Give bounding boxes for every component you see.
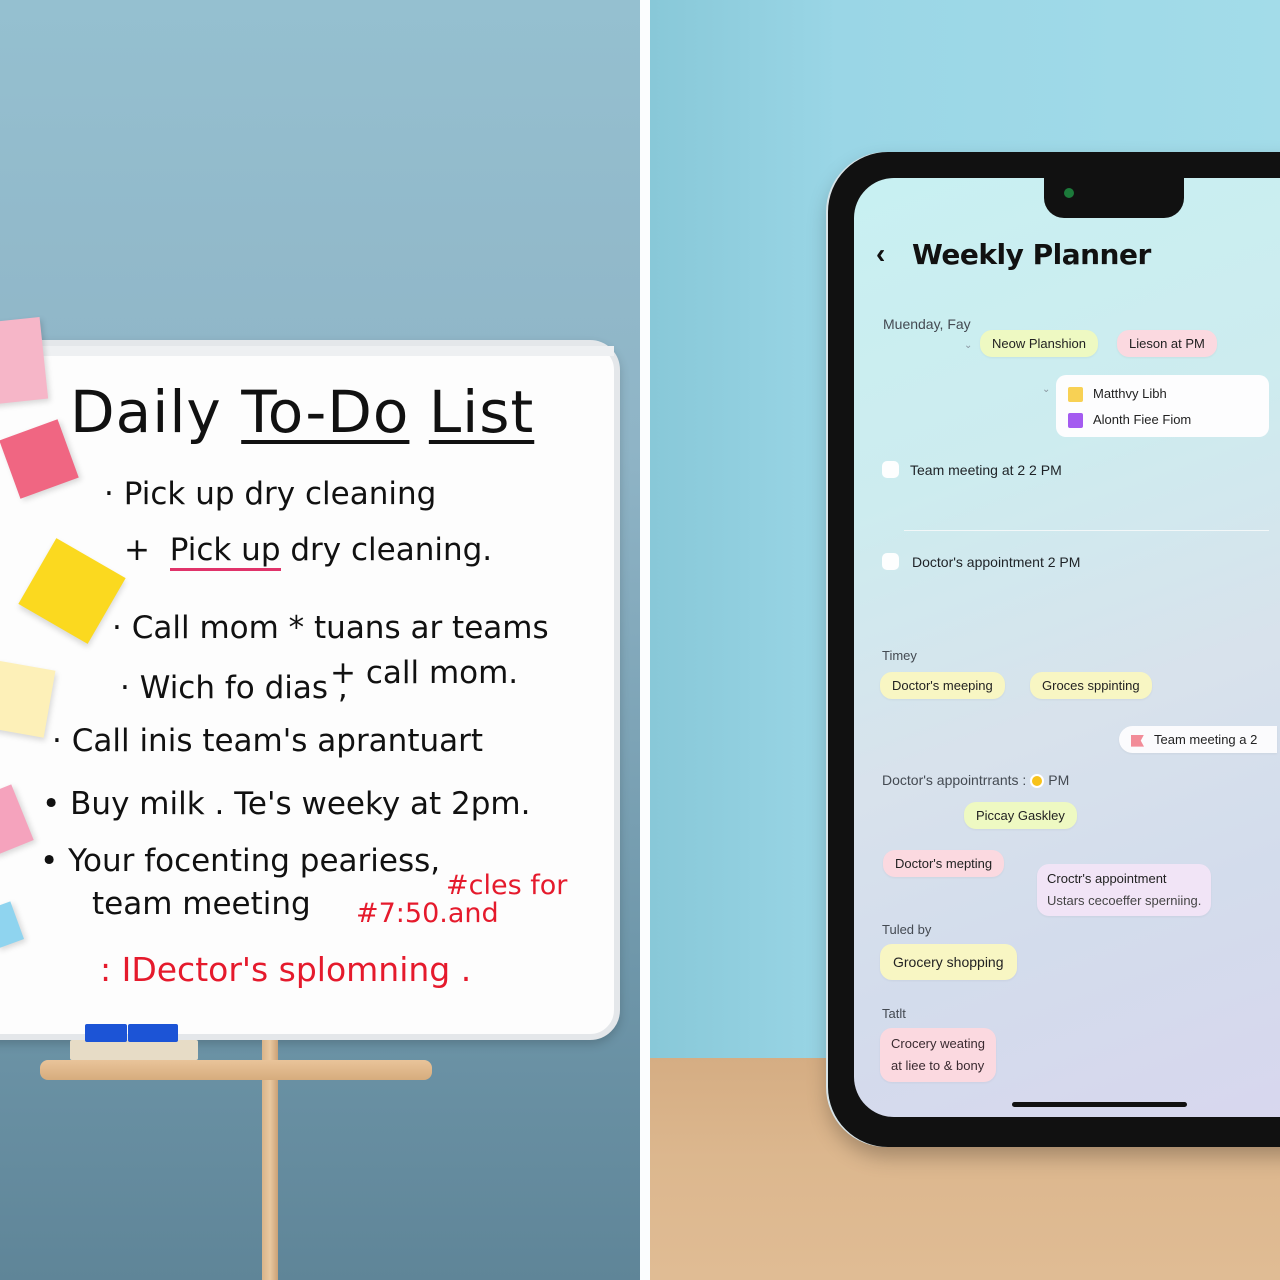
task-label: Team meeting at 2 2 PM bbox=[910, 462, 1062, 478]
chevron-down-icon[interactable]: ⌄ bbox=[1042, 384, 1050, 395]
sticky-note-pink bbox=[0, 316, 49, 406]
todo-line: · Pick up dry cleaning bbox=[104, 476, 436, 512]
dropdown-item-label: Alonth Fiee Fiom bbox=[1093, 412, 1192, 427]
bullet: · bbox=[52, 723, 62, 759]
todo-line: · Call inis team's aprantuart bbox=[52, 723, 483, 759]
whiteboard-scene: Daily To-Do List · Pick up dry cleaning … bbox=[0, 0, 640, 1280]
color-swatch-purple bbox=[1068, 413, 1083, 429]
bullet: + bbox=[124, 532, 150, 568]
phone-device: ‹ Weekly Planner Muenday, Fay ⌄ Neow Pla… bbox=[828, 152, 1280, 1147]
todo-line: · Wich fo dias , bbox=[120, 670, 348, 706]
phone-screen: ‹ Weekly Planner Muenday, Fay ⌄ Neow Pla… bbox=[854, 178, 1280, 1117]
todo-text: Pick up dry cleaning bbox=[123, 476, 437, 512]
chevron-down-icon[interactable]: ⌄ bbox=[964, 340, 972, 351]
todo-text: Call inis team's aprantuart bbox=[71, 723, 484, 759]
title-word-list: List bbox=[428, 378, 535, 446]
whiteboard-title: Daily To-Do List bbox=[70, 378, 534, 446]
todo-line: + Pick up dry cleaning. bbox=[124, 532, 493, 571]
appointments-row: Doctor's appointrrants : PM bbox=[882, 772, 1070, 789]
appointments-label: Doctor's appointrrants : bbox=[882, 772, 1027, 788]
grocery-card[interactable]: Crocery weating at liee to & bony bbox=[880, 1028, 996, 1082]
dropdown-item[interactable]: Matthvy Libh bbox=[1068, 381, 1257, 407]
todo-line: team meeting bbox=[92, 886, 311, 922]
team-meeting-label: Team meeting a 2 bbox=[1154, 732, 1258, 747]
todo-text: dry cleaning. bbox=[290, 532, 493, 568]
todo-line: · Call mom * tuans ar teams bbox=[112, 610, 549, 646]
section-label-timey: Timey bbox=[882, 648, 917, 663]
phone-scene: ‹ Weekly Planner Muenday, Fay ⌄ Neow Pla… bbox=[650, 0, 1280, 1280]
todo-text: Wich fo dias , bbox=[139, 670, 348, 706]
bullet: · bbox=[112, 610, 122, 646]
title-word-todo: To-Do bbox=[241, 378, 410, 446]
card-line: Crocery weating bbox=[891, 1036, 985, 1051]
dropdown-item-label: Matthvy Libh bbox=[1093, 386, 1167, 401]
dropdown-menu: Matthvy Libh Alonth Fiee Fiom bbox=[1056, 375, 1269, 437]
section-label-tuled-by: Tuled by bbox=[882, 922, 932, 937]
chip-grocery-shopping[interactable]: Grocery shopping bbox=[880, 944, 1017, 980]
todo-line: • Your focenting peariess, bbox=[40, 843, 440, 879]
whiteboard-frame bbox=[0, 346, 614, 356]
section-label-tatit: Tatlt bbox=[882, 1006, 906, 1021]
chip-groces-sppinting[interactable]: Groces sppinting bbox=[1030, 672, 1152, 699]
bullet: • bbox=[40, 843, 59, 879]
marker-tray bbox=[70, 1040, 198, 1060]
card-subtitle: Ustars cecoeffer sperniing. bbox=[1047, 893, 1202, 908]
camera-icon bbox=[1064, 188, 1074, 198]
red-note: #7:50.and bbox=[356, 898, 499, 929]
bullet: · bbox=[104, 476, 114, 512]
todo-text-underlined: Pick up bbox=[169, 532, 281, 571]
phone-notch bbox=[1044, 178, 1184, 218]
chevron-left-icon[interactable]: ‹ bbox=[876, 238, 885, 270]
appointments-suffix: PM bbox=[1048, 772, 1070, 788]
chip-lieson[interactable]: Lieson at PM bbox=[1117, 330, 1217, 357]
easel-crossbar bbox=[40, 1060, 432, 1080]
red-note: #cles for bbox=[446, 870, 568, 901]
card-title: Croctr's appointment bbox=[1047, 871, 1167, 886]
section-label-monday: Muenday, Fay bbox=[883, 316, 971, 332]
red-note: : IDector's splomning . bbox=[100, 950, 472, 989]
todo-line: • Buy milk . Te's weeky at 2pm. bbox=[42, 786, 530, 822]
dropdown-item[interactable]: Alonth Fiee Fiom bbox=[1068, 407, 1257, 433]
panel-divider bbox=[640, 0, 650, 1280]
task-checkbox[interactable] bbox=[882, 461, 899, 478]
todo-line: + call mom. bbox=[330, 655, 519, 691]
bullet: · bbox=[120, 670, 130, 706]
status-dot-icon bbox=[1030, 774, 1045, 789]
eraser bbox=[128, 1024, 178, 1042]
todo-text: Call mom * tuans ar teams bbox=[131, 610, 549, 646]
chip-doctors-mepting[interactable]: Doctor's mepting bbox=[883, 850, 1005, 877]
team-meeting-card[interactable]: Team meeting a 2 bbox=[1119, 726, 1278, 753]
task-label: Doctor's appointment 2 PM bbox=[912, 554, 1081, 570]
divider-line bbox=[904, 530, 1269, 531]
chip-neow-planshion[interactable]: Neow Planshion bbox=[980, 330, 1098, 357]
task-checkbox[interactable] bbox=[882, 553, 899, 570]
flag-icon bbox=[1131, 734, 1144, 747]
page-title: Weekly Planner bbox=[912, 238, 1151, 271]
color-swatch-yellow bbox=[1068, 387, 1083, 403]
card-line: at liee to & bony bbox=[891, 1058, 985, 1073]
bullet: • bbox=[42, 786, 61, 822]
todo-text: Your focenting peariess, bbox=[68, 843, 441, 879]
chip-doctors-meeping[interactable]: Doctor's meeping bbox=[880, 672, 1005, 699]
eraser bbox=[85, 1024, 127, 1042]
todo-text: Buy milk . Te's weeky at 2pm. bbox=[70, 786, 531, 822]
chip-piccay-gaskley[interactable]: Piccay Gaskley bbox=[964, 802, 1077, 829]
title-word-daily: Daily bbox=[70, 378, 222, 446]
appointment-card[interactable]: Croctr's appointment Ustars cecoeffer sp… bbox=[1037, 864, 1212, 916]
home-indicator[interactable] bbox=[1012, 1102, 1187, 1107]
